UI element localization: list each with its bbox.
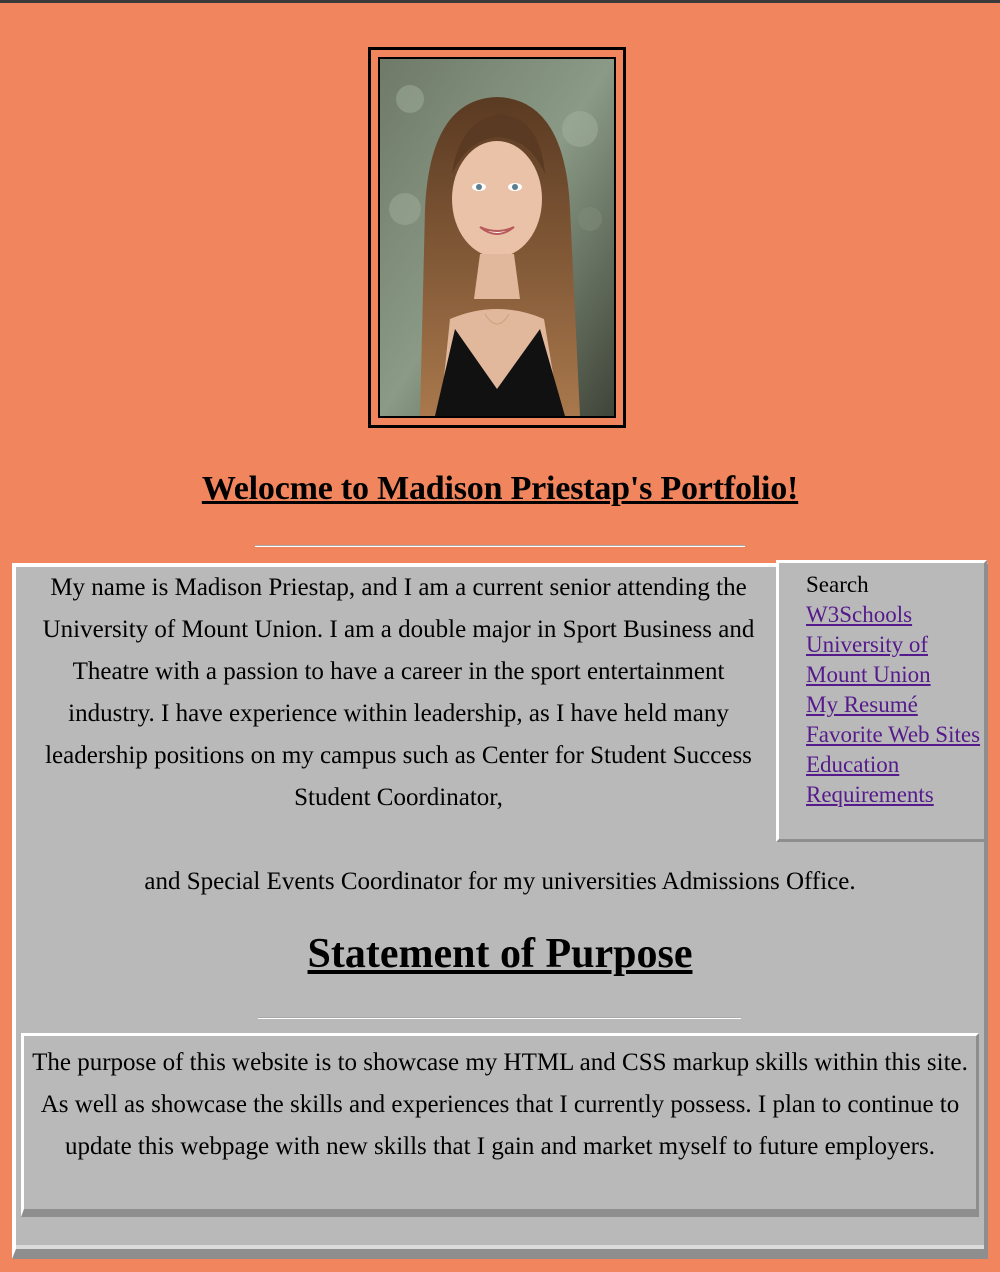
sidebar-link-education[interactable]: Education Requirements [806,750,984,810]
intro-paragraph: My name is Madison Priestap, and I am a … [28,567,769,819]
sidebar-link-resume[interactable]: My Resumé [806,690,984,720]
sidebar-link-mount-union[interactable]: University of Mount Union [806,630,984,690]
browser-top-edge [0,0,1000,3]
panel-bottom-edge [16,1245,984,1249]
purpose-text: The purpose of this website is to showca… [32,1049,968,1160]
search-label: Search [806,572,869,597]
sidebar-link-w3schools[interactable]: W3Schools [806,600,984,630]
purpose-panel: The purpose of this website is to showca… [21,1033,979,1217]
intro-text: My name is Madison Priestap, and I am a … [42,574,755,811]
sidebar-link-favorite-sites[interactable]: Favorite Web Sites [806,720,984,750]
welcome-title: Welocme to Madison Priestap's Portfolio! [201,470,799,507]
intro-tail: and Special Events Coordinator for my un… [0,861,1000,903]
profile-photo-frame [368,47,626,428]
purpose-title: Statement of Purpose [307,931,693,977]
intro-tail-text: and Special Events Coordinator for my un… [144,868,856,895]
purpose-divider [258,1017,741,1019]
sidebar-nav: Search W3Schools University of Mount Uni… [776,560,987,842]
profile-photo [378,57,616,418]
title-divider [255,545,745,547]
